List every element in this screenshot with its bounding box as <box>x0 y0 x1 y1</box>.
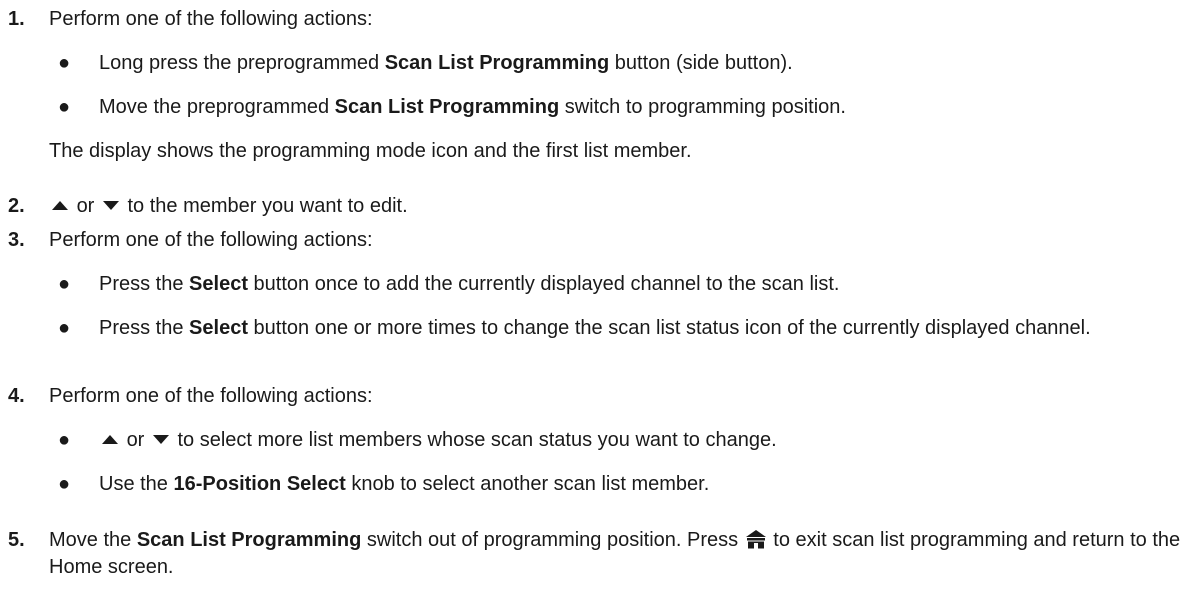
bullet-dot: ● <box>58 429 71 451</box>
down-arrow-icon <box>102 201 119 211</box>
step-1-note: The display shows the programming mode i… <box>49 140 692 162</box>
bullet-dot: ● <box>58 273 71 295</box>
bullet-dot: ● <box>58 96 71 118</box>
step-text: Perform one of the following actions: <box>49 8 373 30</box>
bullet-text: Press the Select button once to add the … <box>99 273 840 295</box>
bullet-text: Press the Select button one or more time… <box>99 317 1091 339</box>
step-text: Perform one of the following actions: <box>49 229 373 251</box>
up-arrow-icon <box>52 201 68 211</box>
step-number: 1. <box>8 8 25 30</box>
step-number: 3. <box>8 229 25 251</box>
step-number: 2. <box>8 195 25 217</box>
step-text: or to the member you want to edit. <box>49 194 1191 218</box>
bullet-text: or to select more list members whose sca… <box>99 428 1193 452</box>
bullet-dot: ● <box>58 473 71 495</box>
up-arrow-icon <box>102 435 118 445</box>
bullet-dot: ● <box>58 317 71 339</box>
home-icon <box>745 529 766 555</box>
step-text: Move the Scan List Programming switch ou… <box>49 529 1181 578</box>
step-number: 5. <box>8 529 25 551</box>
step-number: 4. <box>8 385 25 407</box>
down-arrow-icon <box>152 435 169 445</box>
bullet-text: Move the preprogrammed Scan List Program… <box>99 96 846 118</box>
bullet-dot: ● <box>58 52 71 74</box>
step-text: Perform one of the following actions: <box>49 385 373 407</box>
bullet-text: Use the 16-Position Select knob to selec… <box>99 473 710 495</box>
document-page: 1. Perform one of the following actions:… <box>0 0 1201 616</box>
bullet-text: Long press the preprogrammed Scan List P… <box>99 52 793 74</box>
